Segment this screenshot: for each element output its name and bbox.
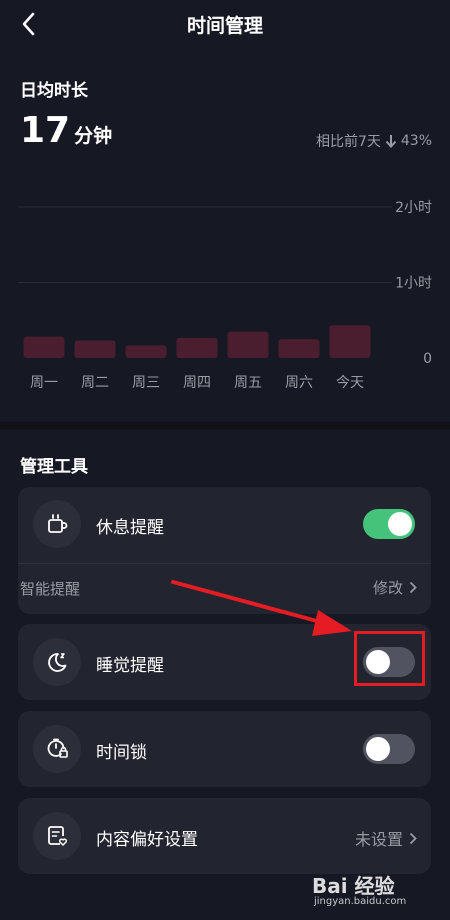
daily-average-number: 17 — [20, 110, 71, 151]
baidu-jingyan-watermark: Bai 经验 jingyan.baidu.com — [312, 862, 422, 912]
chart-x-tick-label: 周二 — [81, 375, 109, 391]
time-lock-label: 时间锁 — [96, 743, 147, 763]
chart-y-tick-label: 1小时 — [395, 276, 432, 292]
chart-bar — [227, 331, 269, 358]
chart-x-tick-label: 周六 — [285, 375, 313, 391]
rest-reminder-toggle[interactable] — [363, 509, 415, 539]
modify-label: 修改 — [372, 579, 403, 597]
chart-bar — [23, 336, 65, 358]
chart-bar — [329, 325, 371, 358]
chart-bar — [74, 340, 116, 358]
arrow-down-icon — [385, 135, 397, 148]
chart-x-tick-label: 周四 — [183, 375, 211, 391]
timer-lock-icon — [47, 738, 68, 758]
section-title: 管理工具 — [20, 457, 88, 477]
chart-bar — [278, 339, 320, 358]
chevron-right-icon — [409, 581, 417, 594]
time-lock-row[interactable]: 时间锁 — [18, 712, 431, 786]
rest-reminder-row[interactable]: 休息提醒 — [18, 487, 431, 561]
daily-average-value: 17 分钟 — [20, 110, 113, 151]
chart-x-tick-label: 周一 — [30, 375, 58, 391]
smart-reminder-label: 智能提醒 — [20, 580, 81, 598]
annotation-highlight-box — [354, 631, 425, 686]
content-preference-label: 内容偏好设置 — [96, 830, 198, 850]
comparison-label: 相比前7天 — [315, 134, 381, 150]
usage-bar-chart: 周一 周二 周三 周四 周五 周六 今天 2小时 1小时 0 — [18, 200, 432, 391]
page-title: 时间管理 — [186, 15, 263, 37]
usage-stats: 日均时长 17 分钟 相比前7天 43% 周一 周二 周三 周四 周五 周六 今天 2小时 1小… — [0, 48, 450, 426]
rest-reminder-card: 休息提醒 智能提醒 修改 — [18, 487, 431, 614]
modify-link[interactable]: 修改 — [373, 577, 417, 598]
coffee-cup-icon-wrap — [33, 500, 81, 548]
rest-reminder-label: 休息提醒 — [96, 518, 164, 538]
toggle-knob — [388, 512, 412, 536]
smart-reminder-row[interactable]: 智能提醒 修改 — [18, 563, 431, 614]
comparison: 相比前7天 43% — [316, 131, 432, 151]
chart-x-tick-label: 今天 — [336, 375, 364, 391]
coffee-cup-icon — [48, 514, 68, 533]
header: 时间管理 — [0, 0, 450, 48]
moon-icon — [48, 653, 67, 672]
daily-average-unit: 分钟 — [74, 125, 113, 147]
document-heart-icon-wrap — [33, 812, 81, 860]
chart-x-tick-label: 周三 — [132, 375, 160, 391]
document-heart-icon — [48, 826, 68, 846]
watermark-text: Bai 经验 — [312, 874, 395, 898]
content-preference-action[interactable]: 未设置 — [355, 826, 417, 850]
chart-y-tick-label: 2小时 — [395, 200, 432, 216]
watermark-url: jingyan.baidu.com — [314, 896, 407, 907]
comparison-value: 43% — [400, 133, 432, 149]
time-lock-toggle[interactable] — [363, 734, 415, 764]
timer-lock-icon-wrap — [33, 725, 81, 773]
chart-x-tick-label: 周五 — [234, 375, 262, 391]
daily-average-label: 日均时长 — [20, 81, 88, 101]
sleep-reminder-label: 睡觉提醒 — [96, 656, 164, 676]
chart-y-tick-label: 0 — [423, 351, 432, 367]
chart-bar — [125, 345, 167, 358]
not-set-label: 未设置 — [354, 830, 403, 849]
section-divider — [0, 422, 450, 430]
toggle-knob — [366, 737, 390, 761]
chevron-right-icon — [409, 832, 417, 844]
time-lock-card: 时间锁 — [18, 711, 431, 787]
moon-icon-wrap — [33, 638, 81, 686]
chart-bar — [176, 337, 218, 358]
